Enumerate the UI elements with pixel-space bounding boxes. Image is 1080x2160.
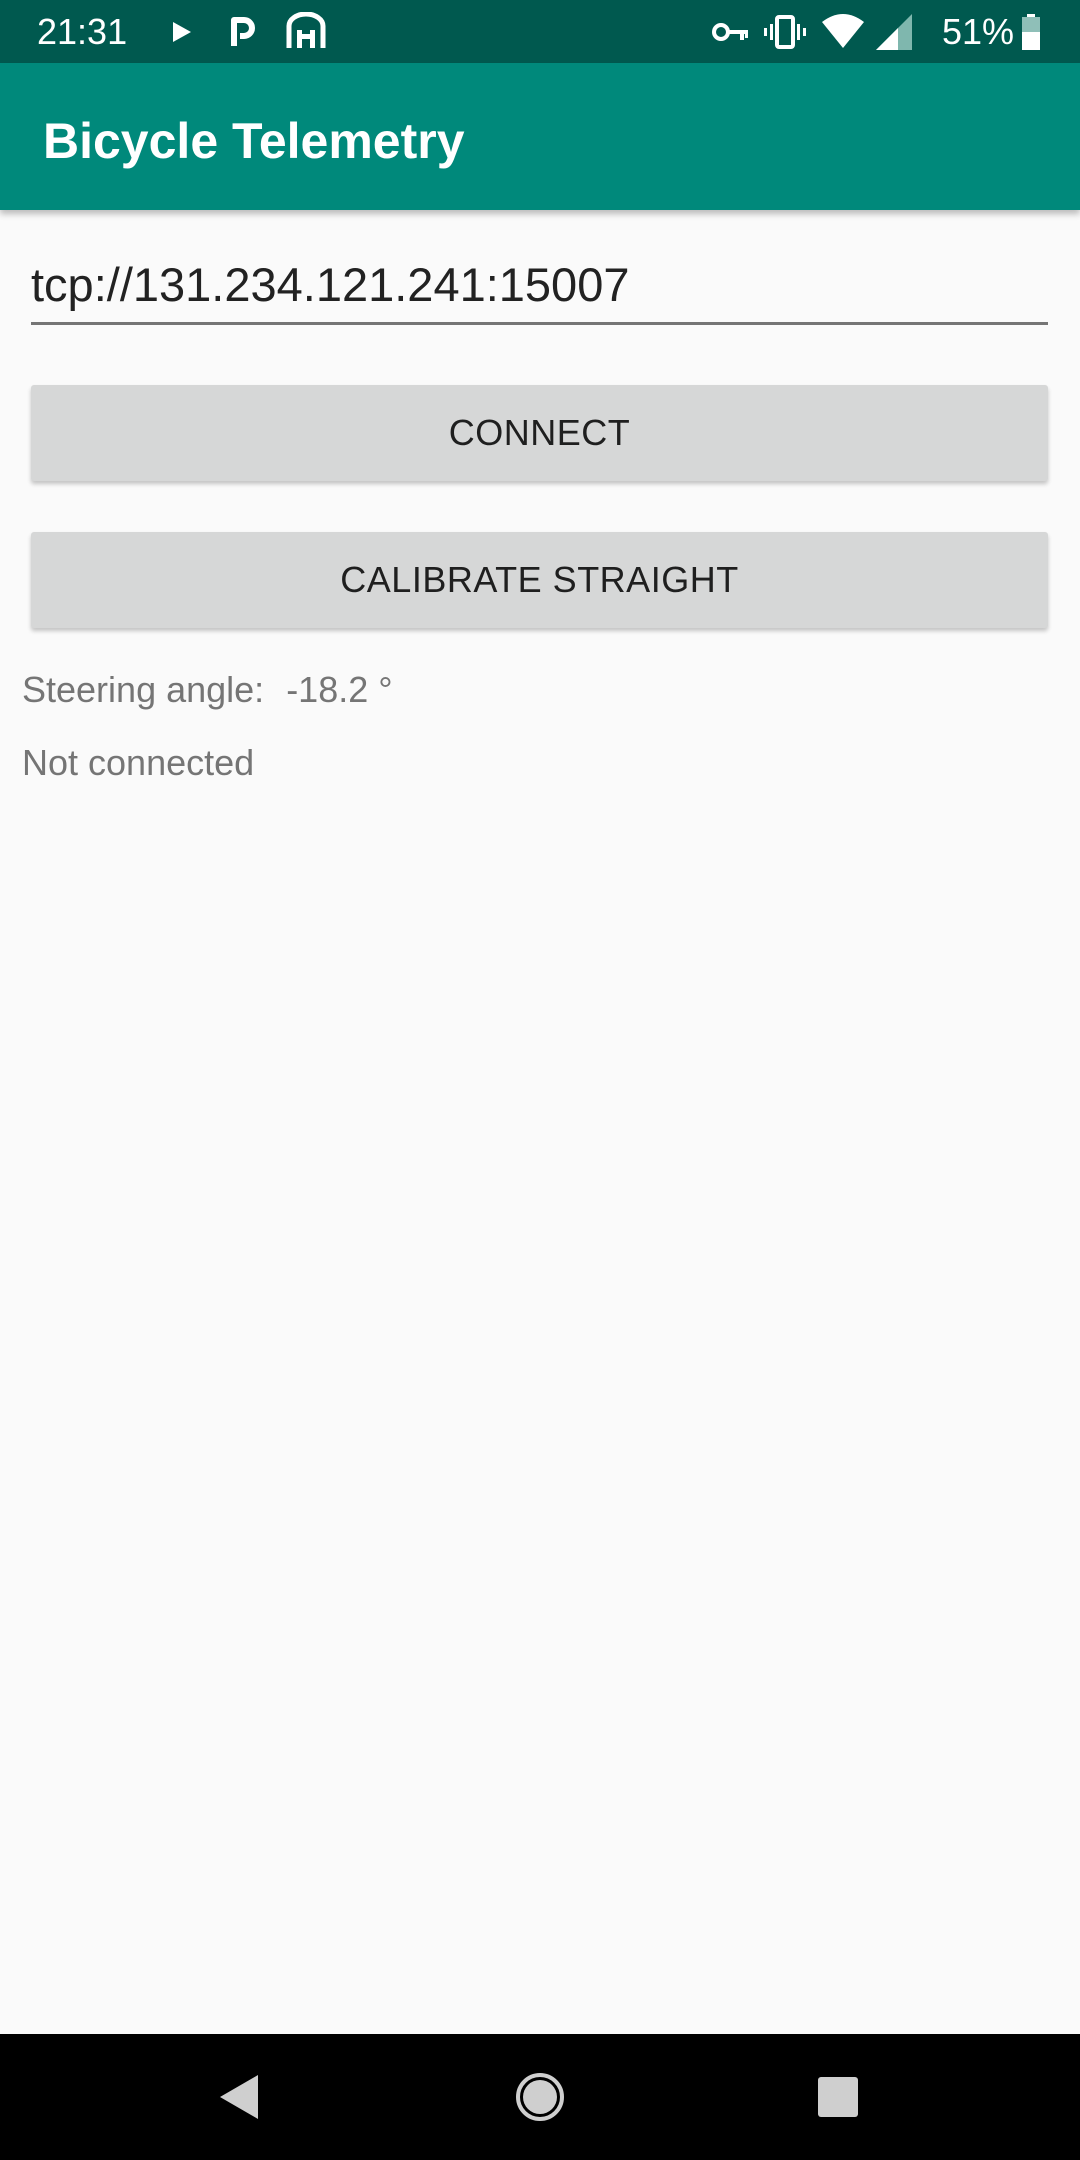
calibrate-straight-button[interactable]: CALIBRATE STRAIGHT — [31, 532, 1048, 628]
status-time: 21:31 — [37, 11, 128, 52]
play-icon — [173, 22, 191, 42]
app-bar: Bicycle Telemetry — [0, 63, 1080, 210]
navigation-bar — [0, 2034, 1080, 2160]
parking-icon — [231, 17, 255, 46]
home-icon[interactable] — [510, 2067, 570, 2127]
app-screen: 21:31 51% Bicycle Telemetry tcp://131.23… — [0, 0, 1080, 2160]
battery-icon — [1022, 14, 1040, 50]
steering-angle-label: Steering angle: — [22, 669, 265, 710]
battery-percentage: 51% — [942, 11, 1015, 52]
wifi-icon — [822, 14, 864, 48]
server-address-input[interactable] — [31, 255, 1048, 325]
connection-status: Not connected — [22, 742, 255, 783]
app-title: Bicycle Telemetry — [43, 113, 465, 169]
gate-icon — [286, 12, 326, 48]
status-bar: 21:31 51% — [0, 0, 1080, 63]
connect-button[interactable]: CONNECT — [31, 385, 1048, 481]
steering-angle-value: -18.2 ° — [286, 669, 393, 710]
signal-icon — [876, 14, 912, 50]
vibrate-icon — [764, 15, 806, 49]
steering-angle-row: Steering angle: -18.2 ° — [22, 668, 393, 712]
recents-icon[interactable] — [808, 2067, 868, 2127]
vpn-key-icon — [712, 23, 748, 41]
back-icon[interactable] — [210, 2067, 270, 2127]
